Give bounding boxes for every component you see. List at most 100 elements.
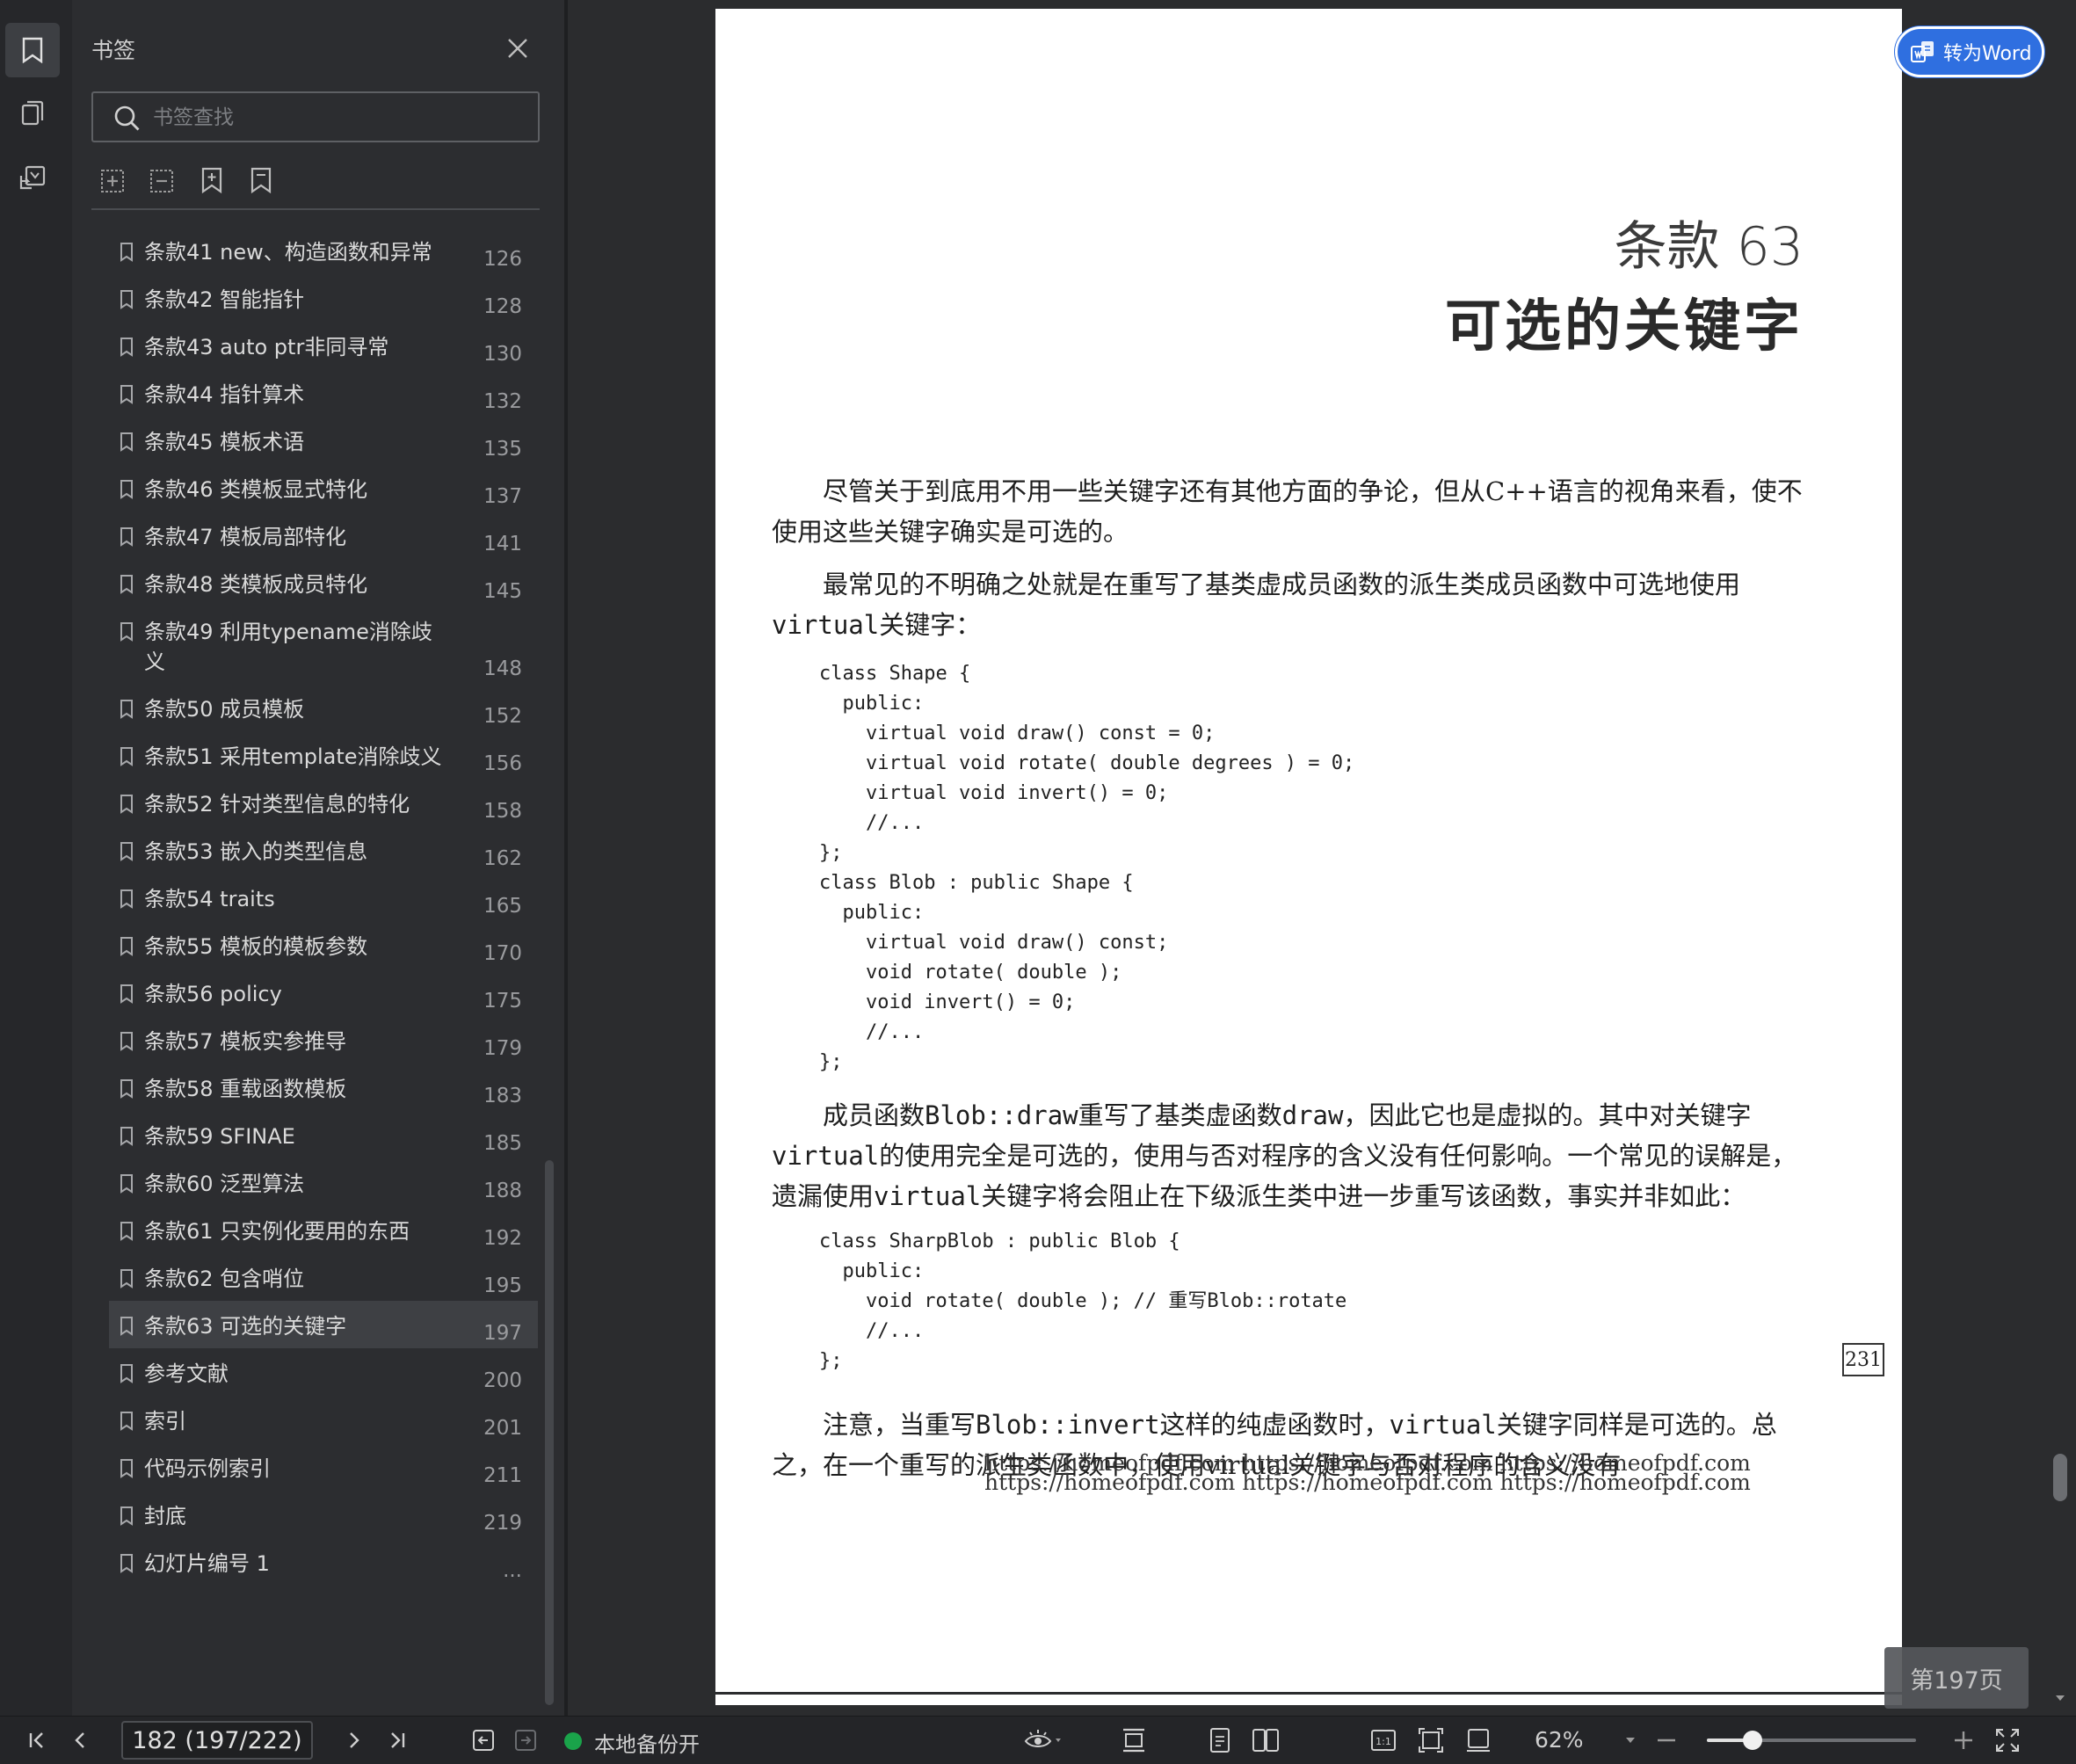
bookmark-page-number: 200 <box>483 1369 522 1392</box>
document-scrollbar-thumb[interactable] <box>2053 1454 2067 1501</box>
bookmark-icon <box>109 1549 144 1573</box>
current-page-badge: 第197页 <box>1884 1647 2029 1709</box>
bookmark-item[interactable]: 条款61 只实例化要用的东西 192 <box>109 1206 538 1253</box>
close-icon[interactable] <box>503 33 533 63</box>
bookmark-item[interactable]: 条款57 模板实参推导 179 <box>109 1016 538 1063</box>
bookmark-page-number: 158 <box>483 800 522 823</box>
zoom-slider[interactable] <box>1707 1731 1916 1750</box>
bookmark-item[interactable]: 条款46 类模板显式特化 137 <box>109 464 538 512</box>
bookmark-search-input[interactable] <box>151 100 524 135</box>
zoom-in-icon[interactable] <box>1946 1717 1981 1764</box>
bookmark-item[interactable]: 条款59 SFINAE 185 <box>109 1111 538 1158</box>
bookmark-item[interactable]: 条款48 类模板成员特化 145 <box>109 559 538 606</box>
bookmark-label: 条款47 模板局部特化 <box>144 525 347 549</box>
bookmark-icon <box>109 1454 144 1478</box>
scroll-down-arrow-icon[interactable] <box>2053 1691 2067 1705</box>
eye-protection-icon[interactable] <box>1016 1717 1069 1764</box>
bookmark-label: 条款59 SFINAE <box>144 1124 295 1149</box>
bookmark-label: 条款51 采用template消除歧义 <box>144 744 442 769</box>
bookmark-label: 条款55 模板的模板参数 <box>144 934 368 959</box>
bookmark-page-number: 145 <box>483 580 522 603</box>
bookmark-item[interactable]: 条款54 traits 165 <box>109 874 538 921</box>
bookmark-item[interactable]: 索引 201 <box>109 1396 538 1443</box>
bookmark-item[interactable]: 条款51 采用template消除歧义 156 <box>109 731 538 779</box>
bookmark-item[interactable]: 条款50 成员模板 152 <box>109 684 538 731</box>
bookmark-label: 条款41 new、构造函数和异常 <box>144 240 432 265</box>
bookmark-item[interactable]: 条款47 模板局部特化 141 <box>109 512 538 559</box>
bookmark-page-number: 170 <box>483 942 522 965</box>
bookmark-item[interactable]: 封底 219 <box>109 1491 538 1538</box>
annotation-panel-icon[interactable] <box>5 151 60 206</box>
bookmark-item[interactable]: 幻灯片编号 1... <box>109 1538 538 1586</box>
bookmark-label: 条款61 只实例化要用的东西 <box>144 1219 410 1244</box>
bookmark-icon <box>109 617 144 642</box>
code-block-2: class SharpBlob : public Blob { public: … <box>819 1230 1347 1372</box>
bookmark-item[interactable]: 条款60 泛型算法 188 <box>109 1158 538 1206</box>
bookmark-page-number: 162 <box>483 847 522 870</box>
two-page-icon[interactable] <box>1246 1717 1285 1764</box>
first-page-icon[interactable] <box>19 1717 54 1764</box>
forward-icon[interactable] <box>508 1717 543 1764</box>
bookmark-icon <box>109 1216 144 1241</box>
bookmark-label: 条款50 成员模板 <box>144 697 305 722</box>
bookmark-panel-icon[interactable] <box>5 23 60 77</box>
bookmark-icon <box>109 694 144 719</box>
bookmark-item[interactable]: 条款56 policy 175 <box>109 969 538 1016</box>
back-icon[interactable] <box>466 1717 501 1764</box>
fullscreen-icon[interactable] <box>1990 1717 2025 1764</box>
page-number-input[interactable]: 182 (197/222) <box>121 1721 313 1760</box>
bookmark-page-number: ... <box>503 1559 522 1582</box>
bookmark-item[interactable]: 条款45 模板术语 135 <box>109 417 538 464</box>
backup-status-text[interactable]: 本地备份开 <box>594 1727 700 1758</box>
convert-to-word-label: 转为Word <box>1943 43 2032 65</box>
expand-all-icon[interactable] <box>98 165 134 200</box>
bookmark-item[interactable]: 参考文献 200 <box>109 1348 538 1396</box>
zoom-dropdown-icon[interactable] <box>1617 1717 1644 1764</box>
zoom-level[interactable]: 62% <box>1535 1727 1584 1753</box>
bookmark-panel: 书签 条款41 new、构造函数和异常 126 条款42 智能指针 128 条款43 a… <box>72 0 568 1716</box>
bookmark-icon <box>109 1264 144 1289</box>
bookmark-item[interactable]: 条款49 利用typename消除歧义 148 <box>109 606 538 684</box>
bookmark-outline-icon[interactable] <box>246 165 281 200</box>
bookmark-label: 封底 <box>144 1504 186 1528</box>
fit-page-icon[interactable] <box>1412 1717 1450 1764</box>
last-page-icon[interactable] <box>380 1717 415 1764</box>
bookmark-label: 条款54 traits <box>144 887 275 911</box>
bookmark-label: 条款56 policy <box>144 982 282 1006</box>
next-page-icon[interactable] <box>336 1717 371 1764</box>
bookmark-item[interactable]: 条款58 重载函数模板 183 <box>109 1063 538 1111</box>
bookmark-icon <box>109 742 144 766</box>
bookmark-icon <box>109 380 144 404</box>
bookmark-item[interactable]: 条款55 模板的模板参数 170 <box>109 921 538 969</box>
bookmark-label: 条款58 重载函数模板 <box>144 1077 347 1101</box>
bookmark-page-number: 137 <box>483 485 522 508</box>
bookmark-label: 条款63 可选的关键字 <box>144 1314 347 1339</box>
bookmark-item[interactable]: 条款43 auto ptr非同寻常 130 <box>109 322 538 369</box>
bookmark-item[interactable]: 条款44 指针算术 132 <box>109 369 538 417</box>
fit-width-icon[interactable] <box>1459 1717 1498 1764</box>
previous-page-icon[interactable] <box>63 1717 98 1764</box>
bookmark-item[interactable]: 条款42 智能指针 128 <box>109 274 538 322</box>
single-page-icon[interactable] <box>1201 1717 1239 1764</box>
bookmark-icon <box>109 837 144 861</box>
thumbnail-panel-icon[interactable] <box>5 86 60 141</box>
bookmark-item[interactable]: 条款63 可选的关键字 197 <box>109 1301 538 1348</box>
bookmark-search-box[interactable] <box>91 91 540 142</box>
bookmark-item[interactable]: 代码示例索引 211 <box>109 1443 538 1491</box>
bookmark-item[interactable]: 条款62 包含哨位 195 <box>109 1253 538 1301</box>
bookmark-label: 条款60 泛型算法 <box>144 1172 305 1196</box>
collapse-all-icon[interactable] <box>148 165 183 200</box>
bookmark-item[interactable]: 条款53 嵌入的类型信息 162 <box>109 826 538 874</box>
panel-scrollbar[interactable] <box>545 1160 554 1705</box>
zoom-slider-handle[interactable] <box>1743 1731 1763 1750</box>
actual-size-icon[interactable]: 1:1 <box>1364 1717 1403 1764</box>
bookmark-item[interactable]: 条款41 new、构造函数和异常 126 <box>109 227 538 274</box>
add-bookmark-icon[interactable] <box>197 165 232 200</box>
convert-to-word-button[interactable]: 转为Word <box>1895 26 2044 77</box>
bookmark-icon <box>109 884 144 909</box>
bookmark-item[interactable]: 条款52 针对类型信息的特化 158 <box>109 779 538 826</box>
svg-text:1:1: 1:1 <box>1376 1736 1391 1747</box>
document-page: 条款 63 可选的关键字 尽管关于到底用不用一些关键字还有其他方面的争论，但从C… <box>715 9 1902 1692</box>
continuous-scroll-icon[interactable] <box>1114 1717 1153 1764</box>
zoom-out-icon[interactable] <box>1649 1717 1684 1764</box>
